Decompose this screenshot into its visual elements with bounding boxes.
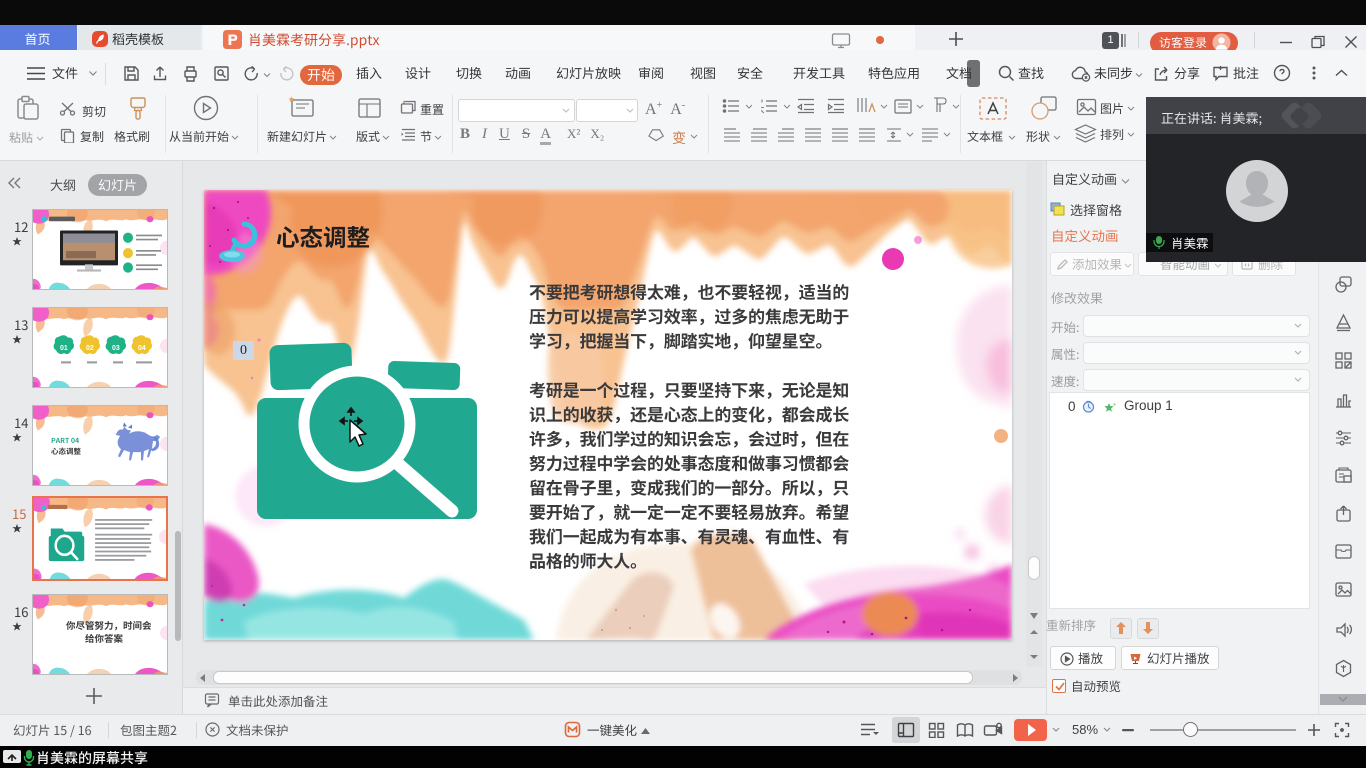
svg-text:04: 04: [138, 344, 146, 352]
svg-text:01: 01: [60, 344, 68, 352]
svg-text:02: 02: [86, 344, 94, 352]
svg-text:03: 03: [112, 344, 120, 352]
